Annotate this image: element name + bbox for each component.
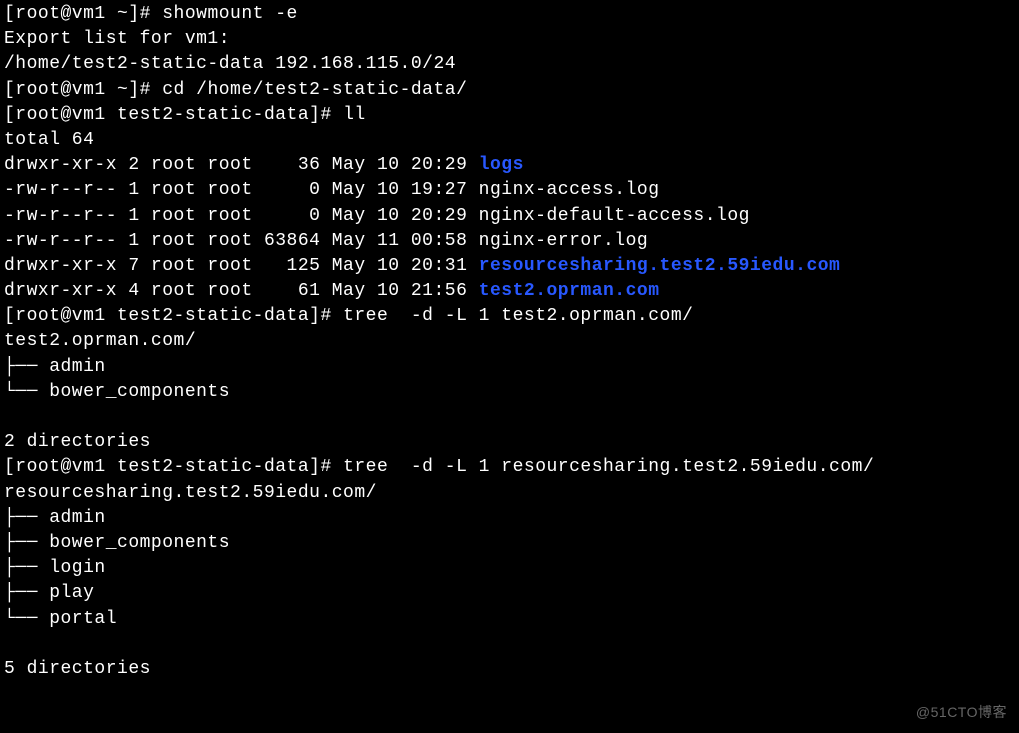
line-export-entry: /home/test2-static-data 192.168.115.0/24 [4,52,1015,77]
dir-name-test2-oprman: test2.oprman.com [479,281,660,301]
line-tree-1: [root@vm1 test2-static-data]# tree -d -L… [4,304,1015,329]
cmd: tree -d -L 1 resourcesharing.test2.59ied… [343,457,874,477]
ls-row: drwxr-xr-x 7 root root 125 May 10 20:31 … [4,254,1015,279]
tree-branch: └── bower_components [4,380,1015,405]
tree-branch: ├── admin [4,506,1015,531]
line-export-header: Export list for vm1: [4,27,1015,52]
cmd: tree -d -L 1 test2.oprman.com/ [343,306,693,326]
line-total: total 64 [4,128,1015,153]
prompt: [root@vm1 test2-static-data]# [4,306,343,326]
line-cd: [root@vm1 ~]# cd /home/test2-static-data… [4,78,1015,103]
cmd: cd /home/test2-static-data/ [162,80,467,100]
prompt: [root@vm1 test2-static-data]# [4,105,343,125]
line-tree-2: [root@vm1 test2-static-data]# tree -d -L… [4,455,1015,480]
ls-row: drwxr-xr-x 2 root root 36 May 10 20:29 l… [4,153,1015,178]
tree-branch: ├── login [4,556,1015,581]
tree-branch: ├── admin [4,355,1015,380]
ls-row: -rw-r--r-- 1 root root 63864 May 11 00:5… [4,229,1015,254]
dir-name-logs: logs [479,155,524,175]
tree-root: resourcesharing.test2.59iedu.com/ [4,481,1015,506]
blank [4,632,1015,657]
prompt: [root@vm1 test2-static-data]# [4,457,343,477]
ls-row: -rw-r--r-- 1 root root 0 May 10 20:29 ng… [4,204,1015,229]
line-ll: [root@vm1 test2-static-data]# ll [4,103,1015,128]
cmd: showmount -e [162,4,298,24]
ls-meta: drwxr-xr-x 4 root root 61 May 10 21:56 [4,281,479,301]
ls-row: drwxr-xr-x 4 root root 61 May 10 21:56 t… [4,279,1015,304]
prompt: [root@vm1 ~]# [4,80,162,100]
line-showmount: [root@vm1 ~]# showmount -e [4,2,1015,27]
cmd: ll [343,105,366,125]
tree-branch: ├── bower_components [4,531,1015,556]
prompt: [root@vm1 ~]# [4,4,162,24]
ls-row: -rw-r--r-- 1 root root 0 May 10 19:27 ng… [4,178,1015,203]
tree-branch: ├── play [4,581,1015,606]
tree-root: test2.oprman.com/ [4,329,1015,354]
blank [4,405,1015,430]
watermark: @51CTO博客 [916,703,1007,723]
dir-name-resourcesharing: resourcesharing.test2.59iedu.com [479,256,841,276]
tree-branch: └── portal [4,607,1015,632]
tree-summary: 2 directories [4,430,1015,455]
tree-summary: 5 directories [4,657,1015,682]
ls-meta: drwxr-xr-x 7 root root 125 May 10 20:31 [4,256,479,276]
ls-meta: drwxr-xr-x 2 root root 36 May 10 20:29 [4,155,479,175]
